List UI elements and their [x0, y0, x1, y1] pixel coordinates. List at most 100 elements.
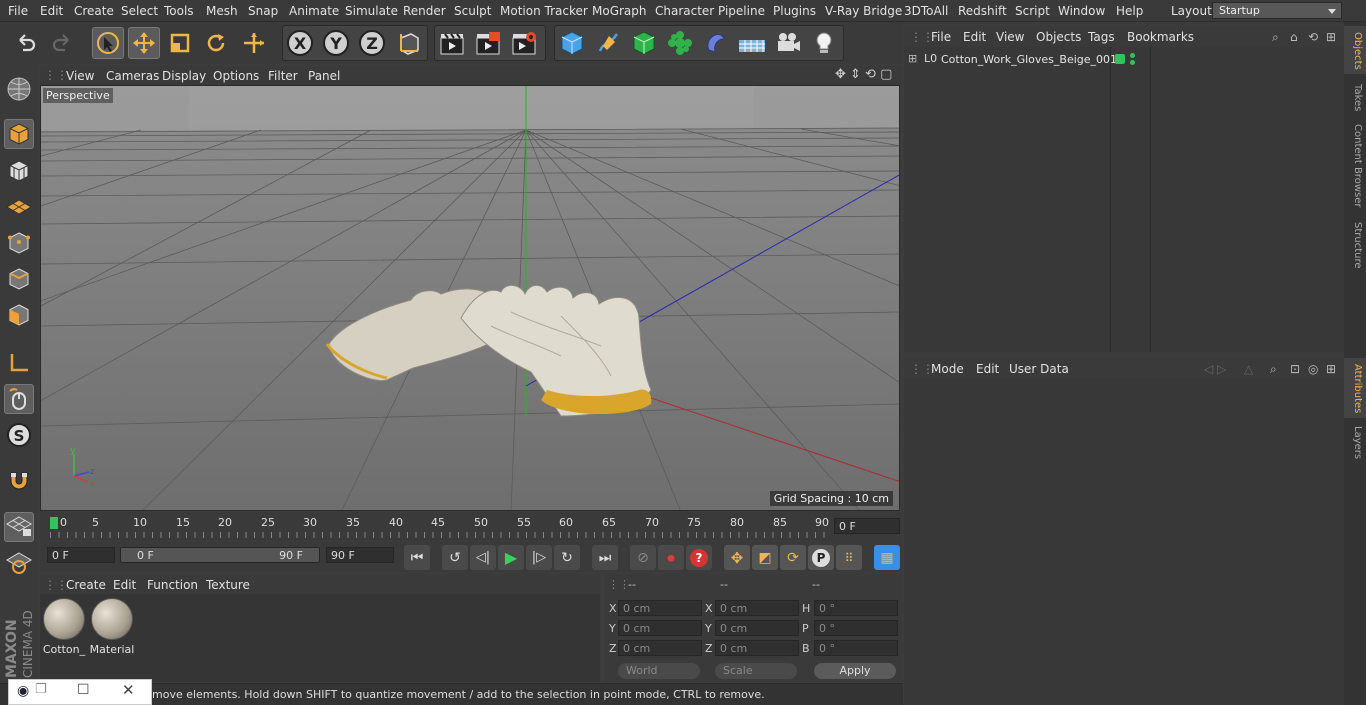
size-mode-select[interactable]: Scale — [715, 663, 797, 679]
menu-mograph[interactable]: MoGraph — [592, 4, 647, 18]
menu-3dtoall[interactable]: 3DToAll — [904, 4, 948, 18]
render-picture-viewer-button[interactable] — [472, 27, 504, 59]
object-menu-objects[interactable]: Objects — [1036, 30, 1081, 44]
menu-animate[interactable]: Animate — [289, 4, 339, 18]
z-axis-lock-button[interactable]: Z — [356, 27, 388, 59]
viewport-menu-filter[interactable]: Filter — [268, 69, 298, 83]
menu-create[interactable]: Create — [74, 4, 114, 18]
menu-simulate[interactable]: Simulate — [345, 4, 398, 18]
menu-script[interactable]: Script — [1015, 4, 1050, 18]
rotation-p-field[interactable]: 0 ° — [814, 620, 898, 636]
rotate-tool-button[interactable] — [200, 27, 232, 59]
menu-tools[interactable]: Tools — [164, 4, 194, 18]
goto-end-button[interactable]: ⏭ — [592, 545, 618, 570]
position-z-field[interactable]: 0 cm — [618, 640, 702, 656]
polygons-mode-button[interactable] — [4, 300, 34, 330]
points-mode-button[interactable] — [4, 228, 34, 258]
current-frame-field[interactable]: 0 F — [834, 518, 900, 534]
key-pla-button[interactable]: ⠿ — [836, 545, 862, 570]
position-x-field[interactable]: 0 cm — [618, 600, 702, 616]
menu-plugins[interactable]: Plugins — [773, 4, 816, 18]
search-icon[interactable]: ⌕ — [1272, 30, 1279, 45]
attr-menu-edit[interactable]: Edit — [976, 362, 999, 376]
render-settings-button[interactable] — [508, 27, 540, 59]
solo-button[interactable]: S — [4, 420, 34, 450]
object-menu-file[interactable]: File — [931, 30, 951, 44]
target-icon[interactable]: ◎ — [1308, 362, 1318, 376]
subdivision-surface-button[interactable] — [628, 27, 660, 59]
transform-tool-button[interactable] — [238, 27, 270, 59]
model-mode-button[interactable] — [4, 119, 34, 149]
menu-file[interactable]: File — [8, 4, 28, 18]
pen-spline-button[interactable] — [592, 27, 624, 59]
workplane-mode-button[interactable] — [4, 192, 34, 222]
timeline-ruler[interactable]: 0 5 10 15 20 25 30 35 40 45 50 55 60 65 … — [40, 512, 902, 542]
menu-edit[interactable]: Edit — [40, 4, 63, 18]
restore-icon[interactable]: ❐ — [35, 682, 47, 697]
next-frame-button[interactable]: |▷ — [526, 545, 552, 570]
maximize-icon[interactable]: ☐ — [77, 682, 90, 698]
new-view-icon[interactable]: ⊞ — [1326, 362, 1336, 376]
key-scale-button[interactable]: ◩ — [752, 545, 778, 570]
render-visibility-dot[interactable] — [1130, 60, 1135, 65]
edges-mode-button[interactable] — [4, 264, 34, 294]
attr-menu-mode[interactable]: Mode — [931, 362, 964, 376]
object-menu-bookmarks[interactable]: Bookmarks — [1127, 30, 1194, 44]
menu-redshift[interactable]: Redshift — [958, 4, 1007, 18]
camera-button[interactable] — [772, 27, 804, 59]
x-axis-lock-button[interactable]: X — [284, 27, 316, 59]
lock-icon[interactable]: ⊡ — [1290, 362, 1300, 376]
object-menu-edit[interactable]: Edit — [963, 30, 986, 44]
tab-attributes[interactable]: Attributes — [1347, 364, 1363, 413]
back-icon[interactable]: ⟲ — [1308, 30, 1318, 44]
timeline-window-button[interactable]: ▦ — [874, 545, 900, 570]
record-objects-button[interactable]: ⊘ — [630, 545, 656, 570]
y-axis-lock-button[interactable]: Y — [320, 27, 352, 59]
coord-system-select[interactable]: World — [618, 663, 700, 679]
home-icon[interactable]: ⌂ — [1290, 30, 1298, 44]
light-button[interactable] — [808, 27, 840, 59]
tab-layers[interactable]: Layers — [1347, 426, 1363, 459]
perspective-viewport[interactable]: y z x Perspective Grid Spacing : 10 cm — [40, 85, 900, 511]
key-position-button[interactable]: ✥ — [724, 545, 750, 570]
coordinate-system-button[interactable] — [393, 27, 425, 59]
goto-start-button[interactable]: ⏮ — [404, 545, 430, 570]
expand-icon[interactable]: ⊞ — [908, 52, 917, 65]
menu-help[interactable]: Help — [1116, 4, 1143, 18]
material-menu-edit[interactable]: Edit — [113, 578, 136, 592]
play-button[interactable]: ▶ — [498, 545, 524, 570]
tab-objects[interactable]: Objects — [1347, 32, 1363, 70]
snap-button[interactable] — [4, 466, 34, 496]
cube-object-button[interactable] — [556, 27, 588, 59]
viewport-menu-view[interactable]: View — [66, 69, 94, 83]
material-menu-create[interactable]: Create — [66, 578, 106, 592]
menu-render[interactable]: Render — [403, 4, 446, 18]
texture-mode-button[interactable] — [4, 156, 34, 186]
menu-select[interactable]: Select — [121, 4, 158, 18]
menu-vray-bridge[interactable]: V-Ray Bridge — [825, 4, 902, 18]
axis-mode-button[interactable] — [4, 348, 34, 378]
menu-mesh[interactable]: Mesh — [206, 4, 238, 18]
tweak-mode-button[interactable] — [4, 384, 34, 414]
layer-color-tag[interactable] — [1115, 54, 1125, 64]
menu-motion-tracker[interactable]: Motion Tracker — [500, 4, 588, 18]
size-x-field[interactable]: 0 cm — [715, 600, 799, 616]
cloner-button[interactable] — [664, 27, 696, 59]
size-z-field[interactable]: 0 cm — [715, 640, 799, 656]
viewport-nav-icons[interactable]: ✥ ⇕ ⟲ ▢ — [835, 67, 892, 82]
viewport-menu-display[interactable]: Display — [162, 69, 206, 83]
tab-content-browser[interactable]: Content Browser — [1347, 124, 1363, 207]
material-swatch-cotton[interactable]: Cotton_ — [41, 598, 87, 656]
material-swatch-material[interactable]: Material — [89, 598, 135, 656]
material-menu-function[interactable]: Function — [147, 578, 198, 592]
keyframe-selection-button[interactable]: ? — [686, 545, 712, 570]
layout-select[interactable]: Startup — [1212, 2, 1342, 19]
editor-visibility-dot[interactable] — [1130, 53, 1135, 58]
material-menu-texture[interactable]: Texture — [206, 578, 250, 592]
menu-snap[interactable]: Snap — [248, 4, 278, 18]
prev-key-button[interactable]: ↺ — [442, 545, 468, 570]
undo-button[interactable] — [10, 27, 42, 59]
playhead[interactable] — [50, 517, 58, 529]
close-icon[interactable]: ✕ — [122, 681, 135, 699]
redo-button[interactable] — [46, 27, 78, 59]
